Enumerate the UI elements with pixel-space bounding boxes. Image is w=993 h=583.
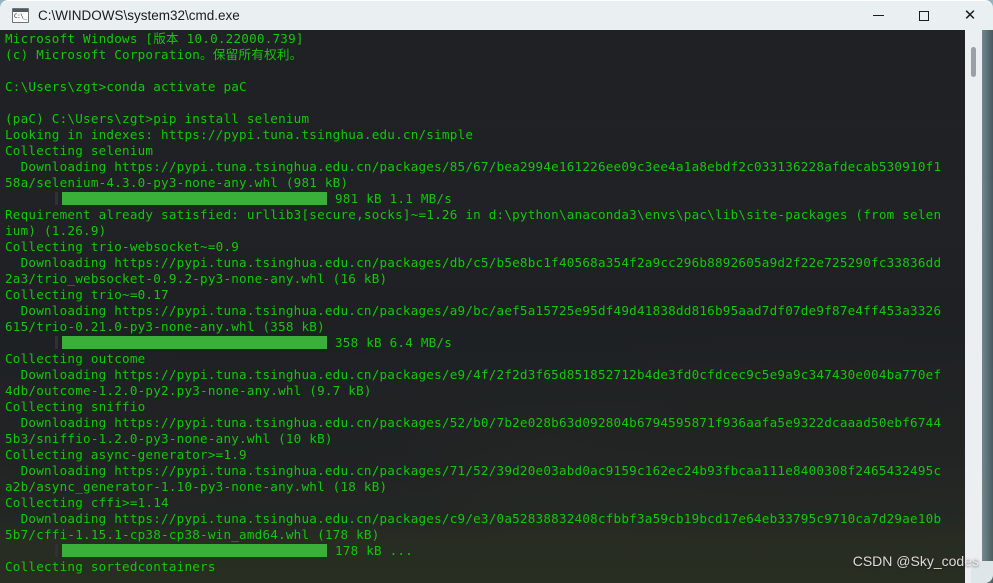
console-line: Downloading https://pypi.tuna.tsinghua.e… [5,367,942,382]
minimize-icon [872,15,884,16]
console-line: Downloading https://pypi.tuna.tsinghua.e… [5,303,942,318]
minimize-button[interactable] [855,1,901,31]
console-line: Collecting sortedcontainers [5,559,216,574]
console-line: Downloading https://pypi.tuna.tsinghua.e… [5,255,942,270]
progress-bar [55,192,327,205]
console-line: 4db/outcome-1.2.0-py2.py3-none-any.whl (… [5,383,372,398]
window-title: C:\WINDOWS\system32\cmd.exe [38,8,240,23]
progress-bar-label: 358 kB 6.4 MB/s [335,335,453,350]
cmd-window: C:\WINDOWS\system32\cmd.exe ✕ Microsoft … [0,0,993,583]
console-line: Collecting sniffio [5,399,146,414]
progress-bar-fill [62,544,327,557]
download-progress-row: 358 kB 6.4 MB/s [5,335,955,351]
console-line: Microsoft Windows [版本 10.0.22000.739] [5,31,304,46]
console-line: 5b7/cffi-1.15.1-cp38-cp38-win_amd64.whl … [5,527,380,542]
console-line: Downloading https://pypi.tuna.tsinghua.e… [5,511,942,526]
console-line: Collecting async-generator>=1.9 [5,447,247,462]
console-line: Collecting trio~=0.17 [5,287,169,302]
maximize-icon [919,10,929,21]
console-output-area[interactable]: Microsoft Windows [版本 10.0.22000.739] (c)… [0,30,993,583]
console-line: (paC) C:\Users\zgt>pip install selenium [5,111,310,126]
window-titlebar[interactable]: C:\WINDOWS\system32\cmd.exe ✕ [0,0,993,30]
download-progress-row: 178 kB ... [5,543,955,559]
maximize-button[interactable] [901,1,947,31]
progress-bar-label: 178 kB ... [335,543,414,558]
console-line: Requirement already satisfied: urllib3[s… [5,207,942,222]
console-text: Microsoft Windows [版本 10.0.22000.739] (c)… [5,31,955,575]
console-line: Collecting trio-websocket~=0.9 [5,239,240,254]
cmd-icon [12,8,29,23]
close-button[interactable]: ✕ [947,1,993,31]
console-line: 615/trio-0.21.0-py3-none-any.whl (358 kB… [5,319,325,334]
progress-bar-cursor [55,336,58,349]
window-right-edge [982,30,993,583]
window-controls: ✕ [855,1,993,31]
console-line: a2b/async_generator-1.10-py3-none-any.wh… [5,479,388,494]
progress-bar-fill [62,192,327,205]
console-line: Collecting selenium [5,143,154,158]
console-line: Downloading https://pypi.tuna.tsinghua.e… [5,463,942,478]
console-line: ium) (1.26.9) [5,223,107,238]
progress-bar-fill [62,336,327,349]
console-line: Downloading https://pypi.tuna.tsinghua.e… [5,415,942,430]
csdn-watermark: CSDN @Sky_codes [852,553,979,569]
console-line: 58a/selenium-4.3.0-py3-none-any.whl (981… [5,175,349,190]
console-line: Downloading https://pypi.tuna.tsinghua.e… [5,159,942,174]
console-line: Looking in indexes: https://pypi.tuna.ts… [5,127,474,142]
progress-bar-cursor [55,192,58,205]
console-scrollbar[interactable] [965,30,982,583]
download-progress-row: 981 kB 1.1 MB/s [5,191,955,207]
console-line: Collecting outcome [5,351,146,366]
scrollbar-thumb[interactable] [971,47,976,77]
progress-bar [55,544,327,557]
progress-bar-label: 981 kB 1.1 MB/s [335,191,453,206]
progress-bar [55,336,327,349]
close-icon: ✕ [963,7,977,24]
console-line: Collecting cffi>=1.14 [5,495,169,510]
console-line: (c) Microsoft Corporation。保留所有权利。 [5,47,303,62]
console-line: C:\Users\zgt>conda activate paC [5,79,247,94]
progress-bar-cursor [55,544,58,557]
console-line: 2a3/trio_websocket-0.9.2-py3-none-any.wh… [5,271,388,286]
console-line: 5b3/sniffio-1.2.0-py3-none-any.whl (10 k… [5,431,333,446]
